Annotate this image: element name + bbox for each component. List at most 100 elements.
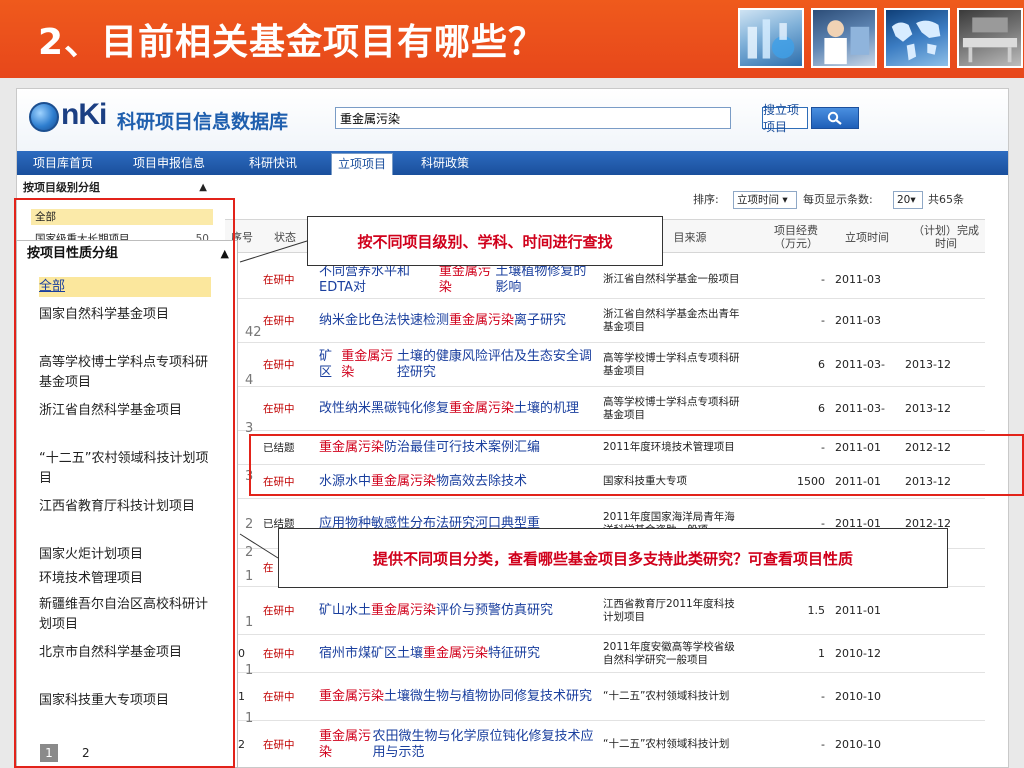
project-title-link[interactable]: 重金属污染 农田微生物与化学原位钝化修复技术应用与示范 — [319, 721, 597, 767]
main-nav: 项目库首页 项目申报信息 科研快讯 立项项目 科研政策 — [17, 151, 1008, 175]
row-source: 浙江省自然科学基金杰出青年基金项目 — [603, 307, 740, 333]
callout-project-nature: 提供不同项目分类，查看哪些基金项目多支持此类研究？可查看项目性质 — [278, 528, 948, 588]
nature-group-count: 1 — [245, 615, 254, 630]
row-amount: - — [821, 690, 825, 703]
chevron-down-icon: ▾ — [779, 194, 788, 206]
table-row: 1在研中不同营养水平和EDTA对重金属污染土壤植物修复的影响浙江省自然科学基金一… — [225, 261, 985, 299]
project-title-link[interactable]: 重金属污染 土壤微生物与植物协同修复技术研究 — [319, 673, 597, 720]
page-size-select[interactable]: 20▾ — [893, 191, 923, 209]
header-end-date: （计划）完成时间 — [913, 224, 979, 250]
row-source: 2011年度安徽高等学校省级自然科学研究一般项目 — [603, 640, 735, 666]
row-start-date: 2011-03 — [835, 273, 881, 286]
row-amount: - — [821, 314, 825, 327]
row-source: 浙江省自然科学基金一般项目 — [603, 273, 740, 285]
row-status: 在研中 — [263, 691, 295, 703]
nature-group-count: 4 — [245, 373, 254, 388]
nature-group-count: 42 — [245, 325, 262, 340]
row-end-date — [905, 261, 969, 298]
nature-group-count: 1 — [245, 663, 254, 678]
project-title-link[interactable]: 不同营养水平和EDTA对 重金属污染 土壤植物修复的影响 — [319, 261, 597, 298]
project-title-link[interactable]: 宿州市煤矿区土壤 重金属污染 特征研究 — [319, 635, 597, 672]
row-amount: 6 — [818, 402, 825, 415]
level-group-heading[interactable]: 按项目级别分组 ▲ — [17, 179, 213, 197]
nav-home[interactable]: 项目库首页 — [33, 151, 93, 175]
row-status: 在研中 — [263, 315, 295, 327]
row-source: 江西省教育厅2011年度科技计划项目 — [603, 597, 735, 623]
header-start-date: 立项时间 — [845, 230, 889, 244]
nature-group-count: 2 — [245, 517, 254, 532]
row-end-date: 2013-12 — [905, 402, 951, 415]
level-group-heading-text: 按项目级别分组 — [23, 181, 100, 194]
row-start-date: 2010-10 — [835, 690, 881, 703]
page-size-label: 每页显示条数: — [803, 193, 873, 206]
row-amount: 1 — [818, 647, 825, 660]
row-end-date — [905, 673, 969, 720]
nature-group-count: 1 — [245, 711, 254, 726]
sort-value: 立项时间 — [737, 194, 779, 206]
nav-research-news[interactable]: 科研快讯 — [249, 151, 297, 175]
meeting-room-thumbnail — [957, 8, 1023, 68]
project-title-link[interactable]: 矿区 重金属污染 土壤的健康风险评估及生态安全调控研究 — [319, 343, 597, 386]
rows-highlight — [249, 434, 1024, 496]
row-amount: - — [821, 273, 825, 286]
table-row: 12 在研中 重金属污染 农田微生物与化学原位钝化修复技术应用与示范 “十二五”农村领域… — [225, 721, 985, 767]
row-end-date — [905, 721, 969, 767]
table-row: 10 在研中 宿州市煤矿区土壤 重金属污染 特征研究 2011年度安徽高等学校省级自然科学… — [225, 635, 985, 673]
slide-title: 2、目前相关基金项目有哪些？ — [38, 22, 546, 63]
row-status: 在研中 — [263, 605, 295, 617]
table-row: 11 在研中 重金属污染 土壤微生物与植物协同修复技术研究 “十二五”农村领域科技计划 -… — [225, 673, 985, 721]
slide-header: 2、目前相关基金项目有哪些？ — [0, 0, 1024, 78]
page-size-value: 20 — [897, 194, 911, 206]
row-status: 在研中 — [263, 739, 295, 751]
row-status: 在研中 — [263, 274, 295, 286]
row-status: 在研中 — [263, 403, 295, 415]
nav-research-policy[interactable]: 科研政策 — [421, 151, 469, 175]
database-title: 科研项目信息数据库 — [117, 111, 289, 133]
project-title-link[interactable]: 纳米金比色法快速检测 重金属污染 离子研究 — [319, 299, 597, 342]
row-start-date: 2010-12 — [835, 647, 881, 660]
cnki-globe-icon — [29, 102, 59, 132]
scientist-photo-thumbnail — [811, 8, 877, 68]
row-end-date — [905, 635, 969, 672]
row-end-date: 2013-12 — [905, 358, 951, 371]
search-icon-button[interactable] — [811, 107, 859, 129]
row-end-date — [905, 299, 969, 342]
row-start-date: 2011-03- — [835, 402, 885, 415]
nature-group-count: 2 — [245, 545, 254, 560]
sort-select[interactable]: 立项时间 ▾ — [733, 191, 797, 209]
left-panel-highlight — [14, 198, 235, 768]
world-map-thumbnail — [884, 8, 950, 68]
row-source: 高等学校博士学科点专项科研基金项目 — [603, 351, 740, 377]
project-title-link[interactable]: 矿山水土 重金属污染 评价与预警仿真研究 — [319, 587, 597, 634]
search-projects-button[interactable]: 搜立项项目 — [762, 103, 808, 134]
row-amount: - — [821, 738, 825, 751]
row-status: 在研中 — [263, 359, 295, 371]
nature-group-count: 1 — [245, 569, 254, 584]
header-status: 状态 — [274, 230, 296, 244]
sort-label: 排序: — [693, 193, 719, 206]
project-title-link[interactable]: 改性纳米黑碳钝化修复 重金属污染 土壤的机理 — [319, 387, 597, 430]
row-amount: 6 — [818, 358, 825, 371]
row-start-date: 2011-01 — [835, 604, 881, 617]
table-row: 4在研中改性纳米黑碳钝化修复重金属污染土壤的机理高等学校博士学科点专项科研基金项… — [225, 387, 985, 431]
search-input[interactable] — [335, 107, 731, 129]
row-source: 高等学校博士学科点专项科研基金项目 — [603, 395, 740, 421]
lab-photo-thumbnail — [738, 8, 804, 68]
nav-application-info[interactable]: 项目申报信息 — [133, 151, 205, 175]
table-row: 9在研中矿山水土重金属污染评价与预警仿真研究江西省教育厅2011年度科技计划项目… — [225, 587, 985, 635]
table-row: 3在研中矿区重金属污染土壤的健康风险评估及生态安全调控研究高等学校博士学科点专项… — [225, 343, 985, 387]
row-amount: 1.5 — [807, 604, 826, 617]
nav-approved-projects[interactable]: 立项项目 — [331, 153, 394, 175]
chevron-down-icon: ▾ — [910, 194, 916, 206]
cnki-logo-text: nKi — [61, 98, 107, 131]
row-start-date: 2011-03- — [835, 358, 885, 371]
row-end-date — [905, 587, 969, 634]
header-amount: 项目经费（万元） — [774, 224, 818, 250]
collapse-caret-icon[interactable]: ▲ — [199, 179, 207, 197]
cnki-topbar: nKi 科研项目信息数据库 搜立项项目 — [17, 89, 1008, 151]
table-row: 2在研中纳米金比色法快速检测重金属污染离子研究浙江省自然科学基金杰出青年基金项目… — [225, 299, 985, 343]
row-source: “十二五”农村领域科技计划 — [603, 690, 730, 702]
header-source: 目来源 — [673, 230, 707, 244]
row-source: “十二五”农村领域科技计划 — [603, 738, 730, 750]
row-start-date: 2011-03 — [835, 314, 881, 327]
